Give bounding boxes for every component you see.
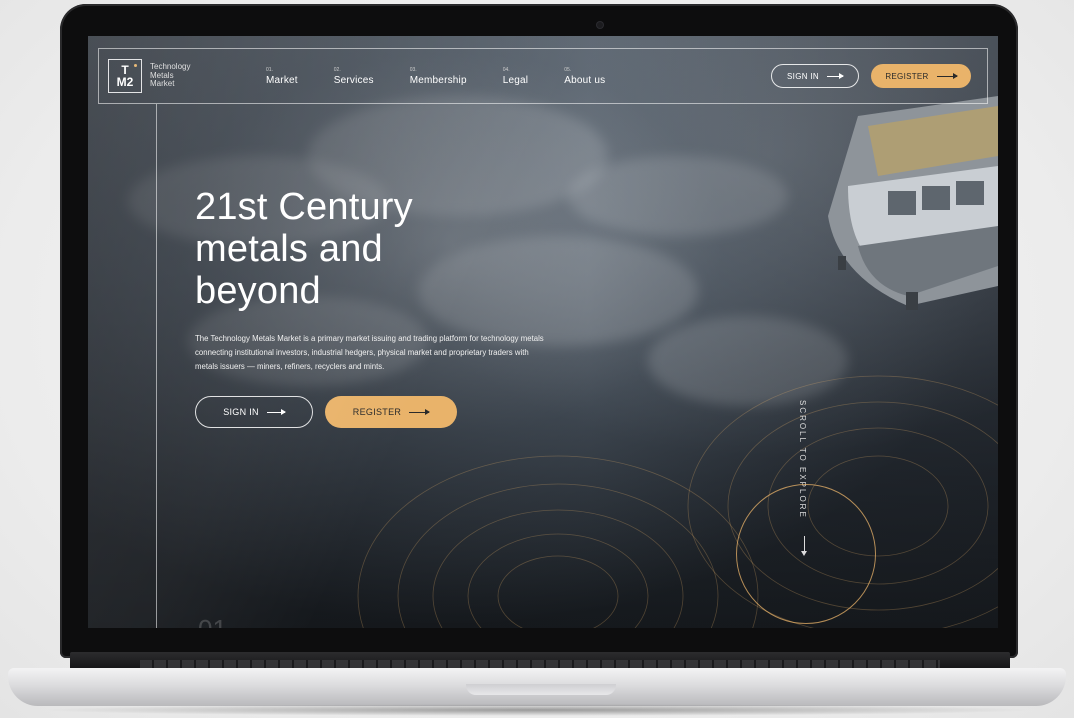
nav-menu: 01. Market 02. Services 03. Membership 0… (266, 67, 641, 86)
nav-item-number: 05. (564, 66, 572, 73)
logo-mark-bottom: M2 (116, 75, 134, 89)
satellite-image (828, 96, 998, 310)
nav-register-label: REGISTER (885, 71, 929, 81)
arrow-right-icon (826, 72, 844, 79)
hero-sign-in-button[interactable]: SIGN IN (195, 396, 313, 428)
laptop-notch (466, 684, 616, 695)
hero-buttons: SIGN IN REGISTER (195, 396, 555, 428)
nav-item-about-us[interactable]: 05. About us (564, 67, 605, 86)
left-vertical-rule (156, 104, 157, 628)
nav-item-membership[interactable]: 03. Membership (410, 67, 467, 86)
nav-item-number: 01. (266, 66, 273, 73)
hero-title-line3: beyond (195, 270, 321, 312)
camera-icon (597, 22, 603, 28)
hero-section: 21st Century metals and beyond The Techn… (195, 186, 555, 428)
nav-item-number: 03. (409, 66, 417, 73)
nav-register-button[interactable]: REGISTER (871, 64, 971, 88)
nav-item-label: Market (266, 74, 298, 86)
logo-mark: T M2 (108, 59, 142, 93)
laptop-shadow (40, 704, 1034, 716)
hero-sign-in-label: SIGN IN (223, 407, 259, 417)
logo-dot-icon (134, 64, 137, 67)
nav-sign-in-button[interactable]: SIGN IN (771, 64, 859, 88)
nav-item-label: About us (564, 74, 606, 86)
nav-item-services[interactable]: 02. Services (334, 67, 374, 86)
arrow-right-icon (266, 408, 286, 415)
scroll-circle-decoration (736, 484, 876, 624)
arrow-right-icon (936, 72, 958, 79)
hero-title-line2: metals and (195, 228, 383, 270)
nav-actions: SIGN IN REGISTER (771, 64, 971, 88)
website-screen: T M2 Technology Metals Market 01. Market… (88, 36, 998, 628)
nav-item-label: Legal (502, 74, 529, 86)
logo-name-line3: Market (150, 79, 175, 89)
arrow-right-icon (409, 408, 431, 415)
nav-item-number: 02. (333, 66, 341, 73)
nav-item-label: Membership (409, 74, 467, 86)
nav-sign-in-label: SIGN IN (787, 71, 819, 81)
hero-description: The Technology Metals Market is a primar… (195, 334, 544, 371)
top-navbar: T M2 Technology Metals Market 01. Market… (98, 48, 988, 104)
hero-register-label: REGISTER (352, 407, 402, 417)
nav-item-label: Services (333, 74, 374, 86)
hero-title: 21st Century metals and beyond (195, 186, 555, 312)
keyboard-edge (140, 660, 940, 668)
page-indicator: 01 (198, 614, 227, 628)
logo-name: Technology Metals Market (150, 63, 210, 89)
hero-title-line1: 21st Century (195, 186, 413, 228)
nav-item-market[interactable]: 01. Market (266, 67, 298, 86)
hero-register-button[interactable]: REGISTER (325, 396, 457, 428)
nav-item-legal[interactable]: 04. Legal (503, 67, 528, 86)
nav-item-number: 04. (502, 66, 510, 73)
logo[interactable]: T M2 Technology Metals Market (108, 59, 210, 93)
